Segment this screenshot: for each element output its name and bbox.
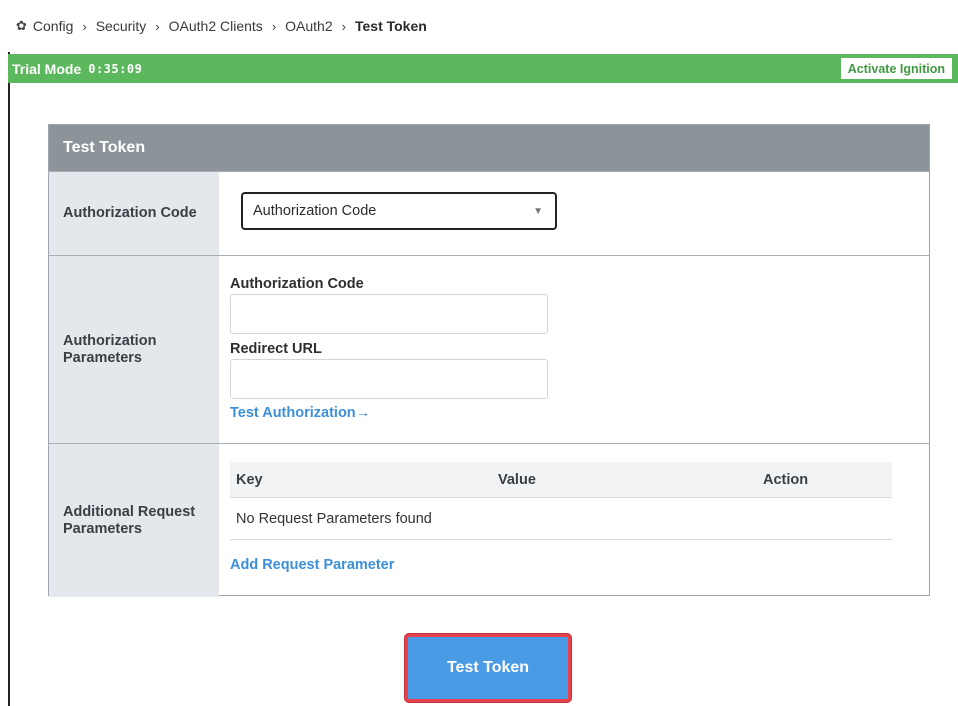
test-token-panel: Test Token Authorization Code Authorizat… <box>48 124 930 597</box>
chevron-right-icon: › <box>271 18 277 34</box>
breadcrumb-item-oauth2-clients[interactable]: OAuth2 Clients <box>169 18 263 34</box>
chevron-right-icon: › <box>82 18 87 34</box>
trial-mode-bar: Trial Mode 0:35:09 Activate Ignition <box>8 54 958 83</box>
test-authorization-link[interactable]: Test Authorization→ <box>230 405 370 421</box>
redirect-url-field-label: Redirect URL <box>230 341 322 357</box>
empty-parameters-message: No Request Parameters found <box>230 498 892 540</box>
column-header-key: Key <box>236 471 263 488</box>
additional-request-parameters-row: Additional Request Parameters Key Value … <box>49 443 929 597</box>
table-header: Key Value Action <box>230 462 892 498</box>
breadcrumb-current: Test Token <box>354 18 427 34</box>
authorization-code-input[interactable] <box>230 294 548 334</box>
activate-ignition-button[interactable]: Activate Ignition <box>840 58 952 79</box>
caret-down-icon: ▼ <box>533 206 543 217</box>
row-label-authorization-parameters: Authorization Parameters <box>49 256 219 443</box>
breadcrumb-item-oauth2[interactable]: OAuth2 <box>285 18 332 34</box>
trial-timer: 0:35:09 <box>88 61 143 76</box>
trial-mode-label: Trial Mode <box>12 60 82 77</box>
gear-icon: ✿ <box>16 18 27 33</box>
arrow-right-icon: → <box>355 405 371 421</box>
request-parameters-table: Key Value Action No Request Parameters f… <box>230 462 892 540</box>
grant-type-select-value: Authorization Code <box>253 203 377 219</box>
breadcrumb-item-config[interactable]: Config <box>33 18 73 34</box>
add-request-parameter-link[interactable]: Add Request Parameter <box>230 557 394 573</box>
row-label-additional-request-parameters: Additional Request Parameters <box>49 444 219 597</box>
panel-title: Test Token <box>49 125 929 171</box>
breadcrumb-item-security[interactable]: Security <box>96 18 147 34</box>
test-authorization-link-label: Test Authorization <box>230 405 356 421</box>
row-label-authorization-code: Authorization Code <box>49 172 219 255</box>
authorization-code-field-label: Authorization Code <box>230 276 364 292</box>
redirect-url-input[interactable] <box>230 359 548 399</box>
test-token-button[interactable]: Test Token <box>405 634 571 702</box>
grant-type-select[interactable]: Authorization Code ▼ <box>241 192 557 230</box>
authorization-parameters-row: Authorization Parameters Authorization C… <box>49 255 929 443</box>
chevron-right-icon: › <box>341 18 346 34</box>
column-header-value: Value <box>498 471 536 488</box>
chevron-right-icon: › <box>155 18 160 34</box>
column-header-action: Action <box>763 471 809 488</box>
left-border <box>8 52 10 706</box>
breadcrumb: ✿ Config › Security › OAuth2 Clients › O… <box>10 0 958 52</box>
authorization-code-row: Authorization Code Authorization Code ▼ <box>49 171 929 255</box>
